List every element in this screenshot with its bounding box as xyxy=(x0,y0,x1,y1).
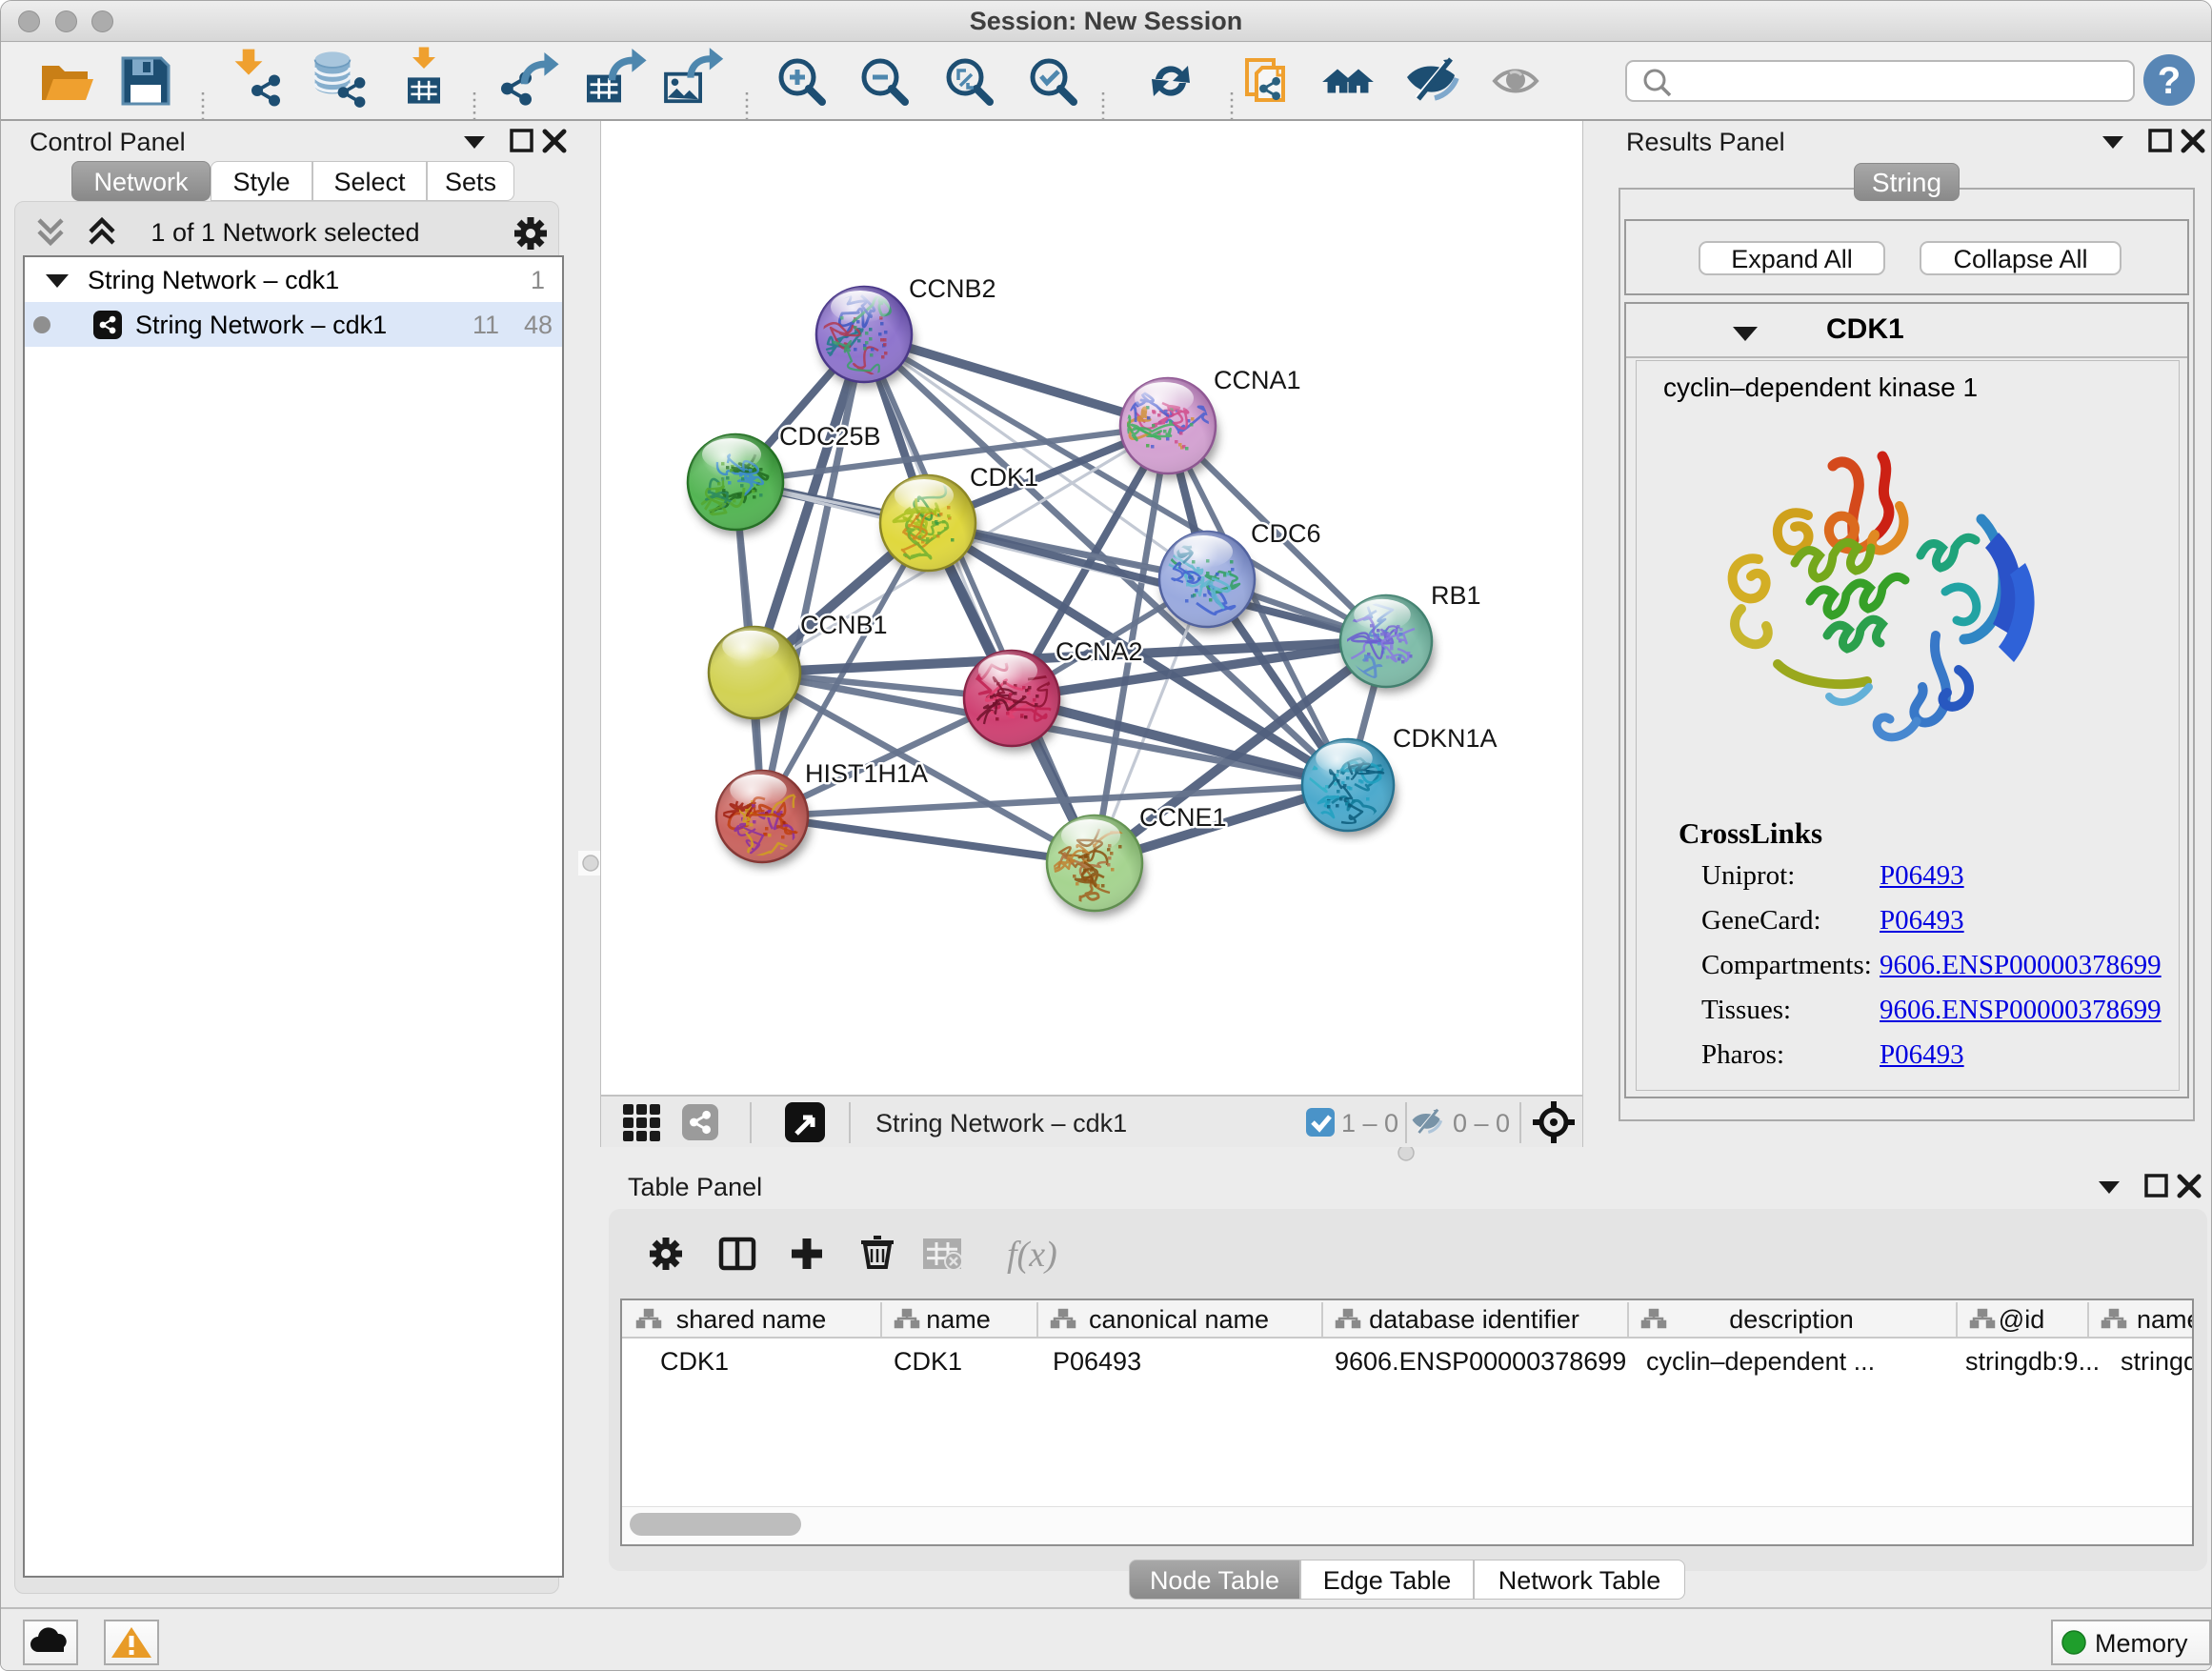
svg-text:CDK1: CDK1 xyxy=(970,463,1038,492)
svg-text:f(x): f(x) xyxy=(1007,1235,1057,1275)
svg-text:1 – 0: 1 – 0 xyxy=(1341,1109,1398,1137)
svg-text:CCNB2: CCNB2 xyxy=(909,274,996,303)
svg-text:CCNA2: CCNA2 xyxy=(1056,637,1143,666)
svg-text:RB1: RB1 xyxy=(1431,581,1481,610)
svg-text:CDC25B: CDC25B xyxy=(779,422,881,451)
svg-text:CDKN1A: CDKN1A xyxy=(1393,724,1498,753)
svg-text:CDC6: CDC6 xyxy=(1251,519,1321,548)
svg-text:CCNE1: CCNE1 xyxy=(1139,803,1227,832)
svg-text:HIST1H1A: HIST1H1A xyxy=(805,759,928,788)
svg-text:0 – 0: 0 – 0 xyxy=(1453,1109,1510,1137)
svg-text:CCNB1: CCNB1 xyxy=(800,611,888,639)
svg-text:CCNA1: CCNA1 xyxy=(1214,366,1301,394)
svg-text:?: ? xyxy=(2158,60,2181,102)
svg-text:String Network – cdk1: String Network – cdk1 xyxy=(875,1109,1127,1137)
